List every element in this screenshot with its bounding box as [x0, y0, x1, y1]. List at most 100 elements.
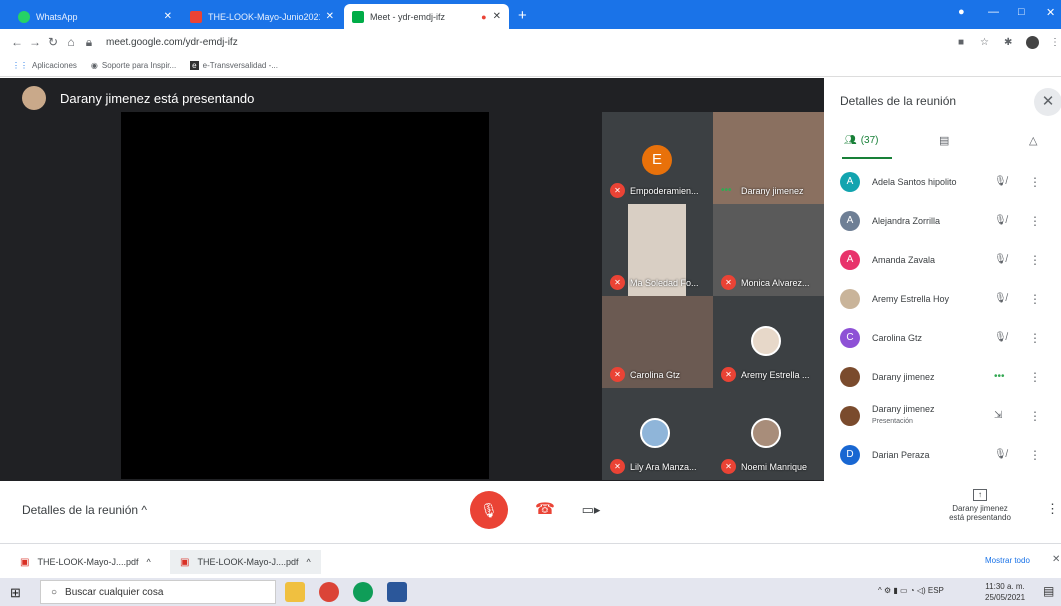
site-icon: e: [190, 61, 199, 70]
mic-toggle-button[interactable]: 🎙︎: [470, 491, 508, 529]
presenter-banner: Darany jimenez está presentando: [22, 86, 254, 110]
globe-icon: ◉: [90, 61, 98, 70]
new-tab-icon[interactable]: +: [518, 7, 527, 24]
bookmark-apps[interactable]: ⋮⋮ Aplicaciones: [12, 61, 77, 70]
star-icon[interactable]: ☆: [980, 37, 989, 48]
participant-tile[interactable]: ✕ Carolina Gtz: [602, 296, 713, 388]
mic-off-icon: 🎙︎̸: [994, 293, 1007, 304]
download-item[interactable]: ▣ THE-LOOK-Mayo-J....pdf ^: [10, 550, 161, 574]
tab-pdf[interactable]: THE-LOOK-Mayo-Junio2021-FIN ✕: [182, 4, 342, 29]
download-item[interactable]: ▣ THE-LOOK-Mayo-J....pdf ^: [170, 550, 321, 574]
reload-icon[interactable]: ↻: [44, 35, 62, 49]
windows-start-icon[interactable]: ⊞: [10, 585, 21, 601]
people-count: (37): [860, 135, 879, 146]
url-text[interactable]: meet.google.com/ydr-emdj-ifz: [106, 37, 238, 48]
close-icon[interactable]: ✕: [1052, 554, 1060, 565]
close-window-icon[interactable]: ✕: [1046, 6, 1055, 19]
chrome-icon[interactable]: [319, 582, 339, 602]
avatar: [640, 418, 670, 448]
participant-name: Carolina Gtz: [630, 370, 681, 380]
language-indicator[interactable]: ESP: [928, 586, 944, 595]
avatar: [22, 86, 46, 110]
clock-time: 11:30 a. m.: [985, 582, 1025, 591]
more-options-icon[interactable]: ⋮: [1029, 253, 1041, 267]
list-item[interactable]: Aremy Estrella Hoy 🎙︎̸ ⋮: [824, 279, 1061, 318]
bookmark-transversalidad[interactable]: e e-Transversalidad -...: [190, 61, 278, 70]
participant-tile[interactable]: ••• Darany jimenez: [713, 112, 824, 204]
participant-tile[interactable]: ✕ Monica Alvarez...: [713, 204, 824, 296]
more-options-icon[interactable]: ⋮: [1046, 501, 1059, 517]
activities-icon[interactable]: △: [1029, 134, 1037, 147]
list-item[interactable]: Darany jimenez ••• ⋮: [824, 357, 1061, 396]
whatsapp-icon: [18, 10, 30, 23]
more-options-icon[interactable]: ⋮: [1029, 331, 1041, 345]
home-icon[interactable]: ⌂: [62, 35, 80, 49]
clock-date: 25/05/2021: [985, 593, 1026, 602]
list-item[interactable]: Darany jimenez Presentación ⇲ ⋮: [824, 396, 1061, 435]
panel-tabs: 👥︎ (37) ▤ △: [834, 133, 1054, 159]
chevron-up-icon[interactable]: ^: [306, 557, 310, 567]
shared-screen[interactable]: [121, 112, 489, 479]
chevron-up-icon[interactable]: ^: [146, 557, 150, 567]
address-bar: ← → ↻ ⌂ 🔒︎ meet.google.com/ydr-emdj-ifz …: [0, 29, 1061, 55]
camera-icon[interactable]: ■: [958, 37, 964, 48]
mic-off-icon: ✕: [610, 275, 625, 290]
leave-call-button[interactable]: ☎︎: [526, 491, 564, 529]
close-icon[interactable]: ✕: [326, 11, 334, 22]
list-item[interactable]: A Amanda Zavala 🎙︎̸ ⋮: [824, 240, 1061, 279]
mic-off-icon: 🎙︎̸: [994, 215, 1007, 226]
camera-toggle-button[interactable]: ▭▸: [572, 491, 610, 529]
list-item[interactable]: D Darian Peraza 🎙︎̸ ⋮: [824, 435, 1061, 474]
tab-people[interactable]: 👥︎ (37): [844, 135, 879, 146]
participant-tile[interactable]: ✕ Lily Ara Manza...: [602, 388, 713, 480]
presenting-indicator[interactable]: ↑ Darany jimenez está presentando: [930, 489, 1030, 522]
word-icon[interactable]: [387, 582, 407, 602]
more-options-icon[interactable]: ⋮: [1029, 214, 1041, 228]
mic-off-icon: ✕: [721, 367, 736, 382]
meeting-details-button[interactable]: Detalles de la reunión ^: [22, 503, 147, 517]
forward-icon[interactable]: →: [26, 35, 44, 49]
meet-icon: [352, 10, 364, 23]
menu-icon[interactable]: ⋮: [1050, 37, 1060, 48]
tab-meet[interactable]: Meet - ydr-emdj-ifz ● ✕: [344, 4, 509, 29]
more-options-icon[interactable]: ⋮: [1029, 448, 1041, 462]
more-options-icon[interactable]: ⋮: [1029, 370, 1041, 384]
more-options-icon[interactable]: ⋮: [1029, 175, 1041, 189]
bookmarks-bar: ⋮⋮ Aplicaciones ◉ Soporte para Inspir... e…: [0, 55, 1061, 77]
profile-icon[interactable]: ●: [958, 6, 965, 18]
tab-whatsapp[interactable]: WhatsApp ✕: [10, 4, 180, 29]
edge-icon[interactable]: [353, 582, 373, 602]
avatar: [840, 366, 860, 387]
close-icon[interactable]: ✕: [1034, 88, 1061, 116]
maximize-icon[interactable]: □: [1018, 6, 1025, 18]
chat-icon[interactable]: ▤: [939, 134, 949, 147]
avatar[interactable]: [1026, 35, 1039, 49]
more-options-icon[interactable]: ⋮: [1029, 409, 1041, 423]
people-icon: 👥︎: [844, 135, 857, 146]
presentation-label: Presentación: [872, 418, 913, 425]
close-icon[interactable]: ✕: [164, 11, 172, 22]
speaking-icon: •••: [721, 185, 732, 196]
back-icon[interactable]: ←: [8, 35, 26, 49]
show-all-button[interactable]: Mostrar todo: [985, 556, 1030, 565]
participant-name: Monica Alvarez...: [741, 278, 810, 288]
minimize-icon[interactable]: —: [988, 6, 999, 18]
clock[interactable]: 11:30 a. m. 25/05/2021: [985, 581, 1025, 603]
taskbar-search[interactable]: ○ Buscar cualquier cosa: [40, 580, 276, 604]
close-icon[interactable]: ✕: [493, 11, 501, 22]
participant-tile[interactable]: ✕ Noemi Manrique: [713, 388, 824, 480]
participant-tile[interactable]: ✕ Ma Soledad Fo...: [602, 204, 713, 296]
list-item[interactable]: C Carolina Gtz 🎙︎̸ ⋮: [824, 318, 1061, 357]
taskbar: ⊞ ○ Buscar cualquier cosa ^ ⚙ ▮ ▭ ◔ ◁) E…: [0, 578, 1061, 606]
list-item[interactable]: A Alejandra Zorrilla 🎙︎̸ ⋮: [824, 201, 1061, 240]
system-tray[interactable]: ^ ⚙ ▮ ▭ ◔ ◁) ESP: [878, 586, 944, 595]
notifications-icon[interactable]: ▤: [1043, 584, 1054, 598]
participant-tile[interactable]: ✕ Aremy Estrella ...: [713, 296, 824, 388]
participant-tile[interactable]: E ✕ Empoderamien...: [602, 112, 713, 204]
list-item[interactable]: A Adela Santos hipolito 🎙︎̸ ⋮: [824, 162, 1061, 201]
extensions-icon[interactable]: ✱: [1004, 37, 1012, 48]
file-explorer-icon[interactable]: [285, 582, 305, 602]
meeting-details-panel: Detalles de la reunión ✕ 👥︎ (37) ▤ △ A Ad…: [824, 78, 1061, 481]
bookmark-soporte[interactable]: ◉ Soporte para Inspir...: [91, 61, 176, 70]
more-options-icon[interactable]: ⋮: [1029, 292, 1041, 306]
